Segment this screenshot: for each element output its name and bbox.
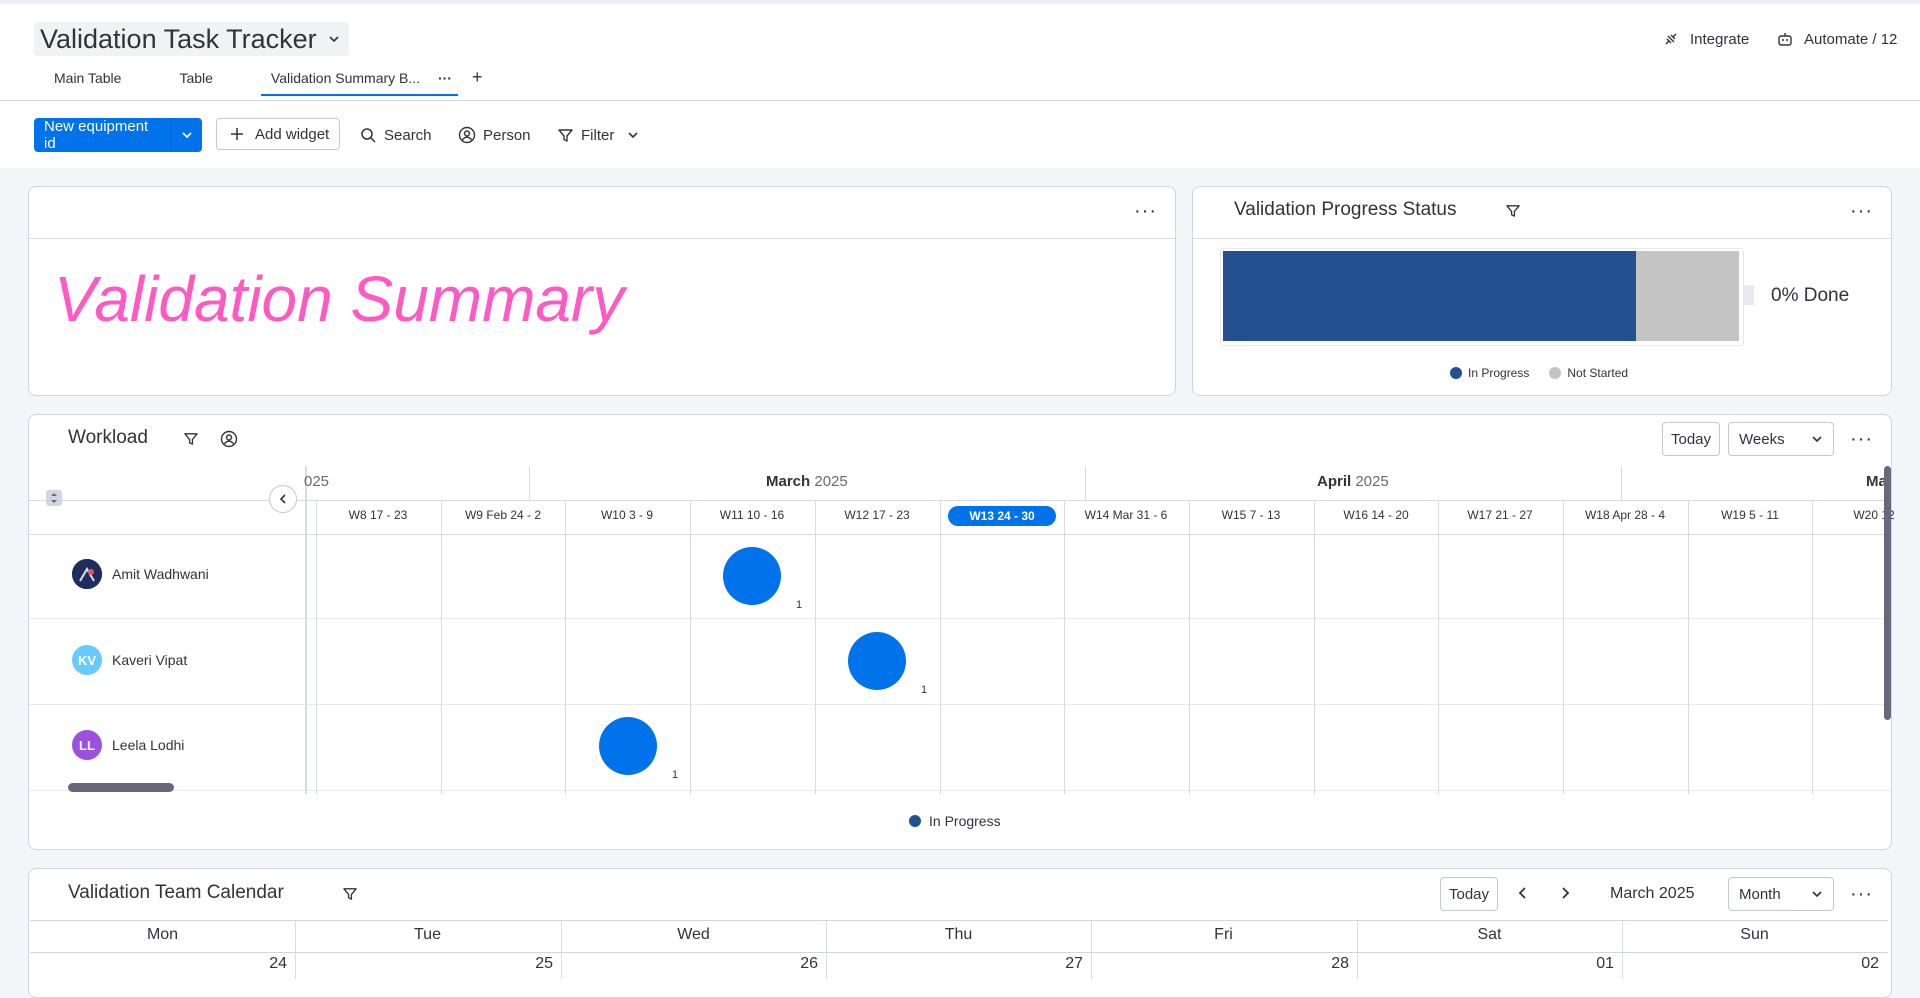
day-name: Tue — [414, 926, 441, 943]
day-name: Mon — [146, 926, 179, 943]
day-name: Wed — [677, 926, 710, 943]
day-number: 25 — [535, 955, 553, 972]
day-number: 27 — [1065, 955, 1083, 972]
day-number: 26 — [800, 955, 818, 972]
calendar-layer: Mon 24 Tue 25 Wed 26 Thu 27 Fri 28 Sat 01 Sun 02 — [0, 0, 1920, 979]
day-name: Sun — [1740, 926, 1769, 943]
day-number: 02 — [1861, 955, 1879, 972]
day-number: 28 — [1331, 955, 1349, 972]
day-name: Sat — [1477, 926, 1502, 943]
day-name: Fri — [1214, 926, 1233, 943]
day-name: Thu — [944, 926, 973, 943]
day-number: 01 — [1596, 955, 1614, 972]
day-number: 24 — [269, 955, 287, 972]
